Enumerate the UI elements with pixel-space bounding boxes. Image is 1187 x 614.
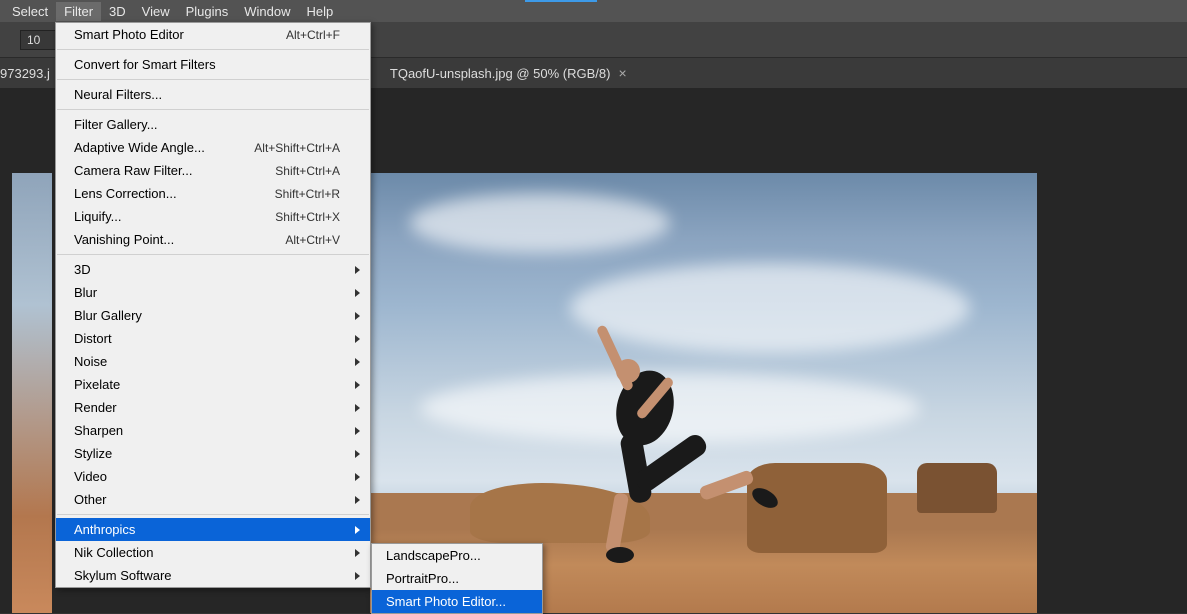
- tab-title: 973293.j: [0, 66, 50, 81]
- menu-item-label: Vanishing Point...: [74, 232, 174, 247]
- document-tab-active[interactable]: TQaofU-unsplash.jpg @ 50% (RGB/8) ×: [378, 59, 639, 87]
- menu-item-distort[interactable]: Distort: [56, 327, 370, 350]
- menu-separator: [57, 109, 369, 110]
- submenu-arrow-icon: [355, 526, 360, 534]
- tab-title: TQaofU-unsplash.jpg @ 50% (RGB/8): [390, 66, 611, 81]
- submenu-item-portraitpro[interactable]: PortraitPro...: [372, 567, 542, 590]
- menu-item-shortcut: Shift+Ctrl+A: [275, 164, 340, 178]
- submenu-arrow-icon: [355, 496, 360, 504]
- close-icon[interactable]: ×: [618, 65, 626, 81]
- menu-separator: [57, 49, 369, 50]
- menubar-item-help[interactable]: Help: [299, 2, 342, 21]
- jumping-person: [550, 313, 790, 573]
- menu-item-adaptive-wide-angle[interactable]: Adaptive Wide Angle... Alt+Shift+Ctrl+A: [56, 136, 370, 159]
- menu-item-shortcut: Shift+Ctrl+X: [275, 210, 340, 224]
- submenu-arrow-icon: [355, 404, 360, 412]
- menu-item-neural-filters[interactable]: Neural Filters...: [56, 83, 370, 106]
- menu-item-lens-correction[interactable]: Lens Correction... Shift+Ctrl+R: [56, 182, 370, 205]
- accent-bar: [525, 0, 597, 2]
- menu-item-label: Video: [74, 469, 107, 484]
- menu-item-label: Camera Raw Filter...: [74, 163, 192, 178]
- menu-item-label: Anthropics: [74, 522, 135, 537]
- menu-item-vanishing-point[interactable]: Vanishing Point... Alt+Ctrl+V: [56, 228, 370, 251]
- menu-item-label: Nik Collection: [74, 545, 153, 560]
- menu-item-liquify[interactable]: Liquify... Shift+Ctrl+X: [56, 205, 370, 228]
- anthropics-submenu: LandscapePro... PortraitPro... Smart Photo…: [371, 543, 543, 614]
- menu-item-pixelate[interactable]: Pixelate: [56, 373, 370, 396]
- menu-item-label: Convert for Smart Filters: [74, 57, 216, 72]
- menu-item-sharpen[interactable]: Sharpen: [56, 419, 370, 442]
- menu-item-label: Lens Correction...: [74, 186, 177, 201]
- document-tab-left[interactable]: 973293.j: [0, 60, 62, 87]
- menu-item-noise[interactable]: Noise: [56, 350, 370, 373]
- menu-item-label: Stylize: [74, 446, 112, 461]
- submenu-item-smart-photo-editor[interactable]: Smart Photo Editor...: [372, 590, 542, 613]
- menu-separator: [57, 254, 369, 255]
- menubar-item-window[interactable]: Window: [236, 2, 298, 21]
- menu-item-skylum-software[interactable]: Skylum Software: [56, 564, 370, 587]
- submenu-arrow-icon: [355, 266, 360, 274]
- menu-item-camera-raw-filter[interactable]: Camera Raw Filter... Shift+Ctrl+A: [56, 159, 370, 182]
- menu-item-label: Smart Photo Editor: [74, 27, 184, 42]
- submenu-item-label: LandscapePro...: [386, 548, 481, 563]
- menu-item-label: Sharpen: [74, 423, 123, 438]
- menubar-item-view[interactable]: View: [134, 2, 178, 21]
- submenu-arrow-icon: [355, 427, 360, 435]
- menu-item-label: Filter Gallery...: [74, 117, 158, 132]
- menu-item-label: Other: [74, 492, 107, 507]
- menu-item-label: Noise: [74, 354, 107, 369]
- menu-item-label: Skylum Software: [74, 568, 172, 583]
- menubar-item-filter[interactable]: Filter: [56, 2, 101, 21]
- menu-item-smart-photo-editor[interactable]: Smart Photo Editor Alt+Ctrl+F: [56, 23, 370, 46]
- canvas-left-slice: [12, 173, 52, 613]
- submenu-arrow-icon: [355, 572, 360, 580]
- menubar: SelectFilter3DViewPluginsWindowHelp: [0, 0, 1187, 22]
- menu-item-label: Adaptive Wide Angle...: [74, 140, 205, 155]
- menu-item-label: Neural Filters...: [74, 87, 162, 102]
- menu-item-stylize[interactable]: Stylize: [56, 442, 370, 465]
- menu-item-render[interactable]: Render: [56, 396, 370, 419]
- menu-item-shortcut: Shift+Ctrl+R: [275, 187, 340, 201]
- menu-item-label: Blur Gallery: [74, 308, 142, 323]
- menu-separator: [57, 79, 369, 80]
- filter-menu-dropdown: Smart Photo Editor Alt+Ctrl+F Convert for …: [55, 22, 371, 588]
- menu-item-label: 3D: [74, 262, 91, 277]
- menu-item-blur[interactable]: Blur: [56, 281, 370, 304]
- menubar-item-plugins[interactable]: Plugins: [178, 2, 237, 21]
- menu-item-filter-gallery[interactable]: Filter Gallery...: [56, 113, 370, 136]
- cloud: [410, 193, 670, 253]
- menu-item-other[interactable]: Other: [56, 488, 370, 511]
- submenu-arrow-icon: [355, 312, 360, 320]
- menu-item-convert-for-smart-filters[interactable]: Convert for Smart Filters: [56, 53, 370, 76]
- submenu-arrow-icon: [355, 473, 360, 481]
- submenu-item-landscapepro[interactable]: LandscapePro...: [372, 544, 542, 567]
- menu-item-blur-gallery[interactable]: Blur Gallery: [56, 304, 370, 327]
- submenu-arrow-icon: [355, 289, 360, 297]
- menu-item-3d[interactable]: 3D: [56, 258, 370, 281]
- mesa: [917, 463, 997, 513]
- toolbar-value-field[interactable]: [20, 30, 60, 50]
- menu-item-shortcut: Alt+Ctrl+F: [286, 28, 340, 42]
- submenu-arrow-icon: [355, 450, 360, 458]
- menubar-item-3d[interactable]: 3D: [101, 2, 134, 21]
- menu-item-label: Pixelate: [74, 377, 120, 392]
- menu-item-video[interactable]: Video: [56, 465, 370, 488]
- submenu-arrow-icon: [355, 358, 360, 366]
- menu-item-label: Blur: [74, 285, 97, 300]
- menu-separator: [57, 514, 369, 515]
- menu-item-shortcut: Alt+Shift+Ctrl+A: [254, 141, 340, 155]
- menu-item-label: Distort: [74, 331, 112, 346]
- menu-item-label: Render: [74, 400, 117, 415]
- submenu-arrow-icon: [355, 549, 360, 557]
- menubar-item-select[interactable]: Select: [4, 2, 56, 21]
- menu-item-anthropics[interactable]: Anthropics: [56, 518, 370, 541]
- menu-item-shortcut: Alt+Ctrl+V: [285, 233, 340, 247]
- menu-item-nik-collection[interactable]: Nik Collection: [56, 541, 370, 564]
- menu-item-label: Liquify...: [74, 209, 121, 224]
- submenu-arrow-icon: [355, 381, 360, 389]
- submenu-arrow-icon: [355, 335, 360, 343]
- submenu-item-label: Smart Photo Editor...: [386, 594, 506, 609]
- submenu-item-label: PortraitPro...: [386, 571, 459, 586]
